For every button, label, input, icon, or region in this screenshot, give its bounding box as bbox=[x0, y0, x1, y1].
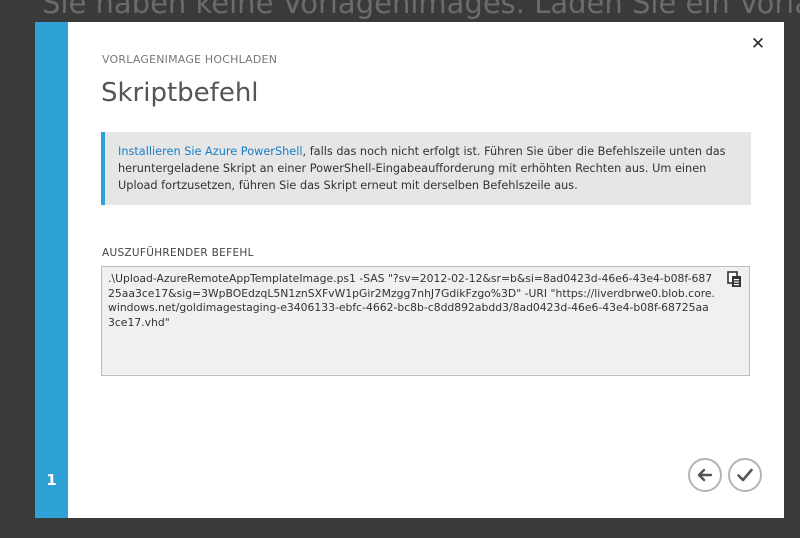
command-label: AUSZUFÜHRENDER BEFEHL bbox=[102, 247, 254, 259]
back-arrow-icon bbox=[697, 468, 713, 482]
step-number: 1 bbox=[46, 471, 57, 489]
command-text[interactable]: .\Upload-AzureRemoteAppTemplateImage.ps1… bbox=[108, 272, 715, 329]
info-message: Installieren Sie Azure PowerShell, falls… bbox=[101, 132, 751, 205]
upload-dialog: 1 ✕ VORLAGENIMAGE HOCHLADEN Skriptbefehl… bbox=[35, 22, 784, 518]
back-button[interactable] bbox=[688, 458, 722, 492]
install-powershell-link[interactable]: Installieren Sie Azure PowerShell bbox=[118, 145, 303, 158]
checkmark-icon bbox=[737, 468, 753, 482]
dialog-subtitle: VORLAGENIMAGE HOCHLADEN bbox=[102, 53, 278, 66]
copy-icon bbox=[727, 271, 741, 287]
page-backdrop: Sie haben keine Vorlagenimages. Laden Si… bbox=[0, 0, 800, 538]
copy-button[interactable] bbox=[727, 271, 743, 289]
command-textbox[interactable]: .\Upload-AzureRemoteAppTemplateImage.ps1… bbox=[101, 266, 750, 376]
background-message: Sie haben keine Vorlagenimages. Laden Si… bbox=[42, 0, 800, 20]
step-indicator-strip: 1 bbox=[35, 22, 68, 518]
confirm-button[interactable] bbox=[728, 458, 762, 492]
close-button[interactable]: ✕ bbox=[749, 35, 767, 53]
close-icon: ✕ bbox=[750, 34, 766, 54]
page-title: Skriptbefehl bbox=[101, 78, 259, 108]
